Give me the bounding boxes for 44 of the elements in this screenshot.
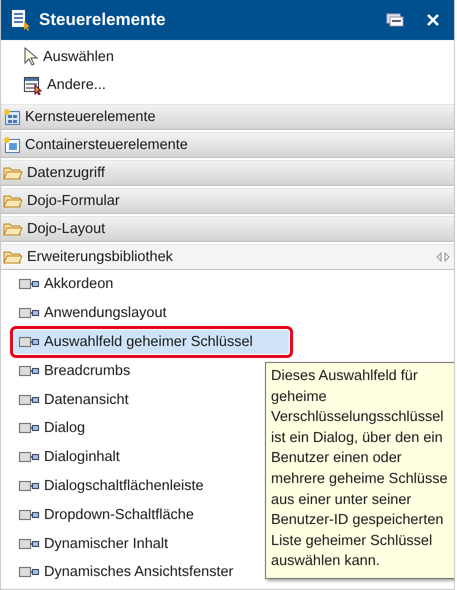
component-icon <box>19 394 39 405</box>
component-icon <box>19 452 39 462</box>
drawer-header[interactable]: Datenzugriff <box>1 160 454 186</box>
palette-item[interactable]: Anwendungslayout <box>14 301 175 326</box>
list-icon <box>23 75 43 95</box>
tool-item[interactable]: Andere... <box>1 71 454 99</box>
folder-icon <box>3 249 23 265</box>
windows-icon <box>386 12 404 28</box>
close-icon <box>426 13 440 27</box>
folder-icon <box>3 165 23 181</box>
palette-item[interactable]: Dynamisches Ansichtsfenster <box>14 560 242 584</box>
component-icon <box>19 366 39 376</box>
component-icon <box>19 308 39 318</box>
palette-item[interactable]: Akkordeon <box>14 272 122 296</box>
tool-item[interactable]: Auswählen <box>1 43 454 71</box>
component-icon <box>19 567 39 578</box>
drawer-header[interactable]: Containersteuerelemente <box>1 132 454 158</box>
palette-item[interactable]: Dialoginhalt <box>14 445 128 470</box>
drawer-header[interactable]: Kernsteuerelemente <box>1 104 454 130</box>
folder-icon <box>3 221 23 237</box>
drawer-header[interactable]: Dojo-Layout <box>1 216 454 242</box>
component-icon <box>19 279 39 290</box>
component-icon <box>19 336 39 347</box>
palette-item[interactable]: Dialog <box>14 416 94 440</box>
palette-item[interactable]: Auswahlfeld geheimer Schlüssel <box>14 330 289 354</box>
component-icon <box>19 538 39 549</box>
component-icon <box>19 423 39 434</box>
folder-icon <box>3 193 23 209</box>
drawer-header[interactable]: Dojo-Formular <box>1 188 454 214</box>
pin-icon <box>436 252 450 262</box>
component-icon <box>19 480 39 491</box>
palette-item[interactable]: Datenansicht <box>14 388 137 412</box>
palette-item[interactable]: Dialogschaltflächenleiste <box>14 474 212 498</box>
window-title: Steuerelemente <box>39 10 167 30</box>
grid-icon <box>3 108 21 126</box>
palette-item[interactable]: Breadcrumbs <box>14 358 138 383</box>
pointer-icon <box>23 47 39 67</box>
palette-item[interactable]: Dynamischer Inhalt <box>14 532 176 556</box>
tooltip: Dieses Auswahlfeld für geheime Verschlüsselungsschlüssel ist ein Dialog, über den ein Benutzer einen oder mehrere geheime Schlüsse aus einer unter seiner Benutzer-ID gespeicherten Liste geheimer Schlüssel auswählen kann. <box>265 362 454 579</box>
container-icon <box>3 136 21 154</box>
palette-item[interactable]: Dropdown-Schaltfläche <box>14 502 202 527</box>
palette-icon <box>11 9 31 31</box>
component-icon <box>19 510 39 520</box>
drawer-header[interactable]: Erweiterungsbibliothek <box>1 244 454 270</box>
